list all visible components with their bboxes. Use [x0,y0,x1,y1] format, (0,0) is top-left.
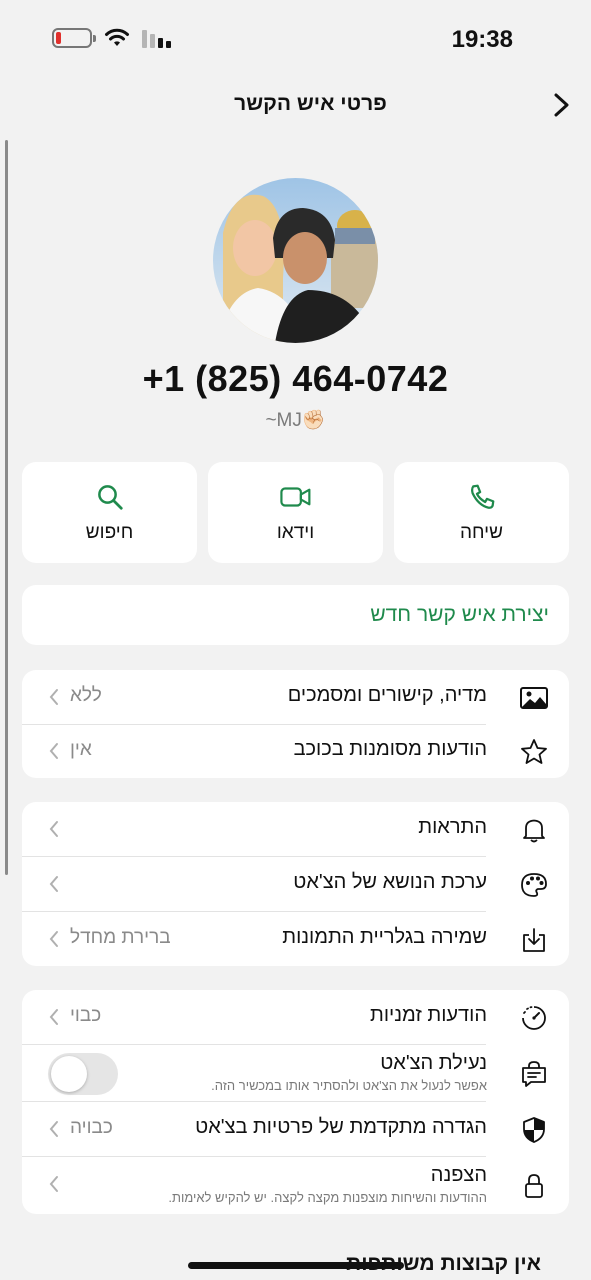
battery-icon [52,28,96,48]
timer-icon [522,1006,546,1030]
avatar-photo [213,178,378,343]
chat-theme-label: ערכת הנושא של הצ'אט [293,871,487,893]
chevron-right-icon[interactable] [547,90,577,120]
status-bar: 19:38 [0,0,591,80]
advanced-chat-privacy-label: הגדרה מתקדמת של פרטיות בצ'אט [195,1116,487,1138]
chat-lock-toggle[interactable] [48,1053,118,1095]
disappearing-messages-value: כבוי [70,1005,102,1026]
status-time: 19:38 [451,26,513,53]
save-to-photos-label: שמירה בגלריית התמונות [282,926,487,948]
scrollbar[interactable] [5,140,8,875]
shield-icon [523,1117,545,1143]
phone-icon [470,484,494,509]
call-button-label: שיחה [460,521,503,543]
chevron-left-icon [49,689,58,705]
chat-lock-icon [522,1061,546,1087]
video-icon [279,486,310,507]
save-to-photos-row[interactable]: שמירה בגלריית התמונות ברירת מחדל [22,912,569,966]
download-icon [523,928,545,952]
lock-icon [525,1174,543,1198]
image-icon [520,687,548,709]
starred-messages-row[interactable]: הודעות מסומנות בכוכב אין [22,724,569,778]
chevron-left-icon [49,1121,58,1137]
chevron-left-icon [49,1009,58,1025]
contact-phone-number: +1 (825) 464-0742 [142,358,449,399]
chat-lock-subtitle: אפשר לנעול את הצ'אט ולהסתיר אותו במכשיר … [211,1078,487,1093]
chat-lock-row: נעילת הצ'אט אפשר לנעול את הצ'אט ולהסתיר … [22,1045,569,1102]
video-button[interactable]: וידאו [208,462,383,563]
starred-messages-label: הודעות מסומנות בכוכב [293,738,487,760]
encryption-label: הצפנה [430,1164,487,1186]
privacy-section: הודעות זמניות כבוי נעילת הצ'אט אפשר לנעו… [22,990,569,1214]
search-button-label: חיפוש [85,521,134,543]
disappearing-messages-label: הודעות זמניות [370,1004,487,1026]
notifications-row[interactable]: התראות [22,802,569,856]
create-new-contact-label: יצירת איש קשר חדש [370,603,549,626]
create-new-contact-button[interactable]: יצירת איש קשר חדש [22,585,569,645]
wifi-icon [105,28,129,46]
chevron-left-icon [49,876,58,892]
chevron-left-icon [49,821,58,837]
chevron-left-icon [49,743,58,759]
chat-settings-section: התראות ערכת הנושא של הצ'אט שמירה בגלריית… [22,802,569,966]
status-icons [52,28,171,48]
notifications-label: התראות [418,816,487,838]
home-indicator[interactable] [188,1262,404,1269]
media-links-docs-row[interactable]: מדיה, קישורים ומסמכים ללא [22,670,569,724]
media-links-docs-value: ללא [70,685,102,706]
encryption-row[interactable]: הצפנה ההודעות והשיחות מוצפנות מקצה לקצה.… [22,1157,569,1214]
chevron-left-icon [49,931,58,947]
advanced-chat-privacy-row[interactable]: הגדרה מתקדמת של פרטיות בצ'אט כבויה [22,1102,569,1156]
media-section: מדיה, קישורים ומסמכים ללא הודעות מסומנות… [22,670,569,778]
avatar[interactable] [213,178,378,343]
cellular-signal-icon [142,28,171,48]
nav-bar: פרטי איש הקשר [0,80,591,130]
chevron-left-icon [49,1176,58,1192]
palette-icon [521,873,547,897]
star-icon [521,739,547,764]
chat-theme-row[interactable]: ערכת הנושא של הצ'אט [22,857,569,911]
search-button[interactable]: חיפוש [22,462,197,563]
search-icon [97,484,123,510]
media-links-docs-label: מדיה, קישורים ומסמכים [287,684,487,706]
chat-lock-label: נעילת הצ'אט [380,1052,487,1074]
advanced-chat-privacy-value: כבויה [70,1117,113,1138]
call-button[interactable]: שיחה [394,462,569,563]
disappearing-messages-row[interactable]: הודעות זמניות כבוי [22,990,569,1044]
encryption-subtitle: ההודעות והשיחות מוצפנות מקצה לקצה. יש לה… [168,1190,487,1205]
bell-icon [523,819,545,843]
page-title-text: פרטי איש הקשר [234,92,387,115]
video-button-label: וידאו [276,521,315,543]
page-title: פרטי איש הקשר [0,92,591,116]
save-to-photos-value: ברירת מחדל [70,927,171,948]
contact-push-name: ~MJ✊🏻 [265,410,326,431]
starred-messages-value: אין [70,739,92,760]
